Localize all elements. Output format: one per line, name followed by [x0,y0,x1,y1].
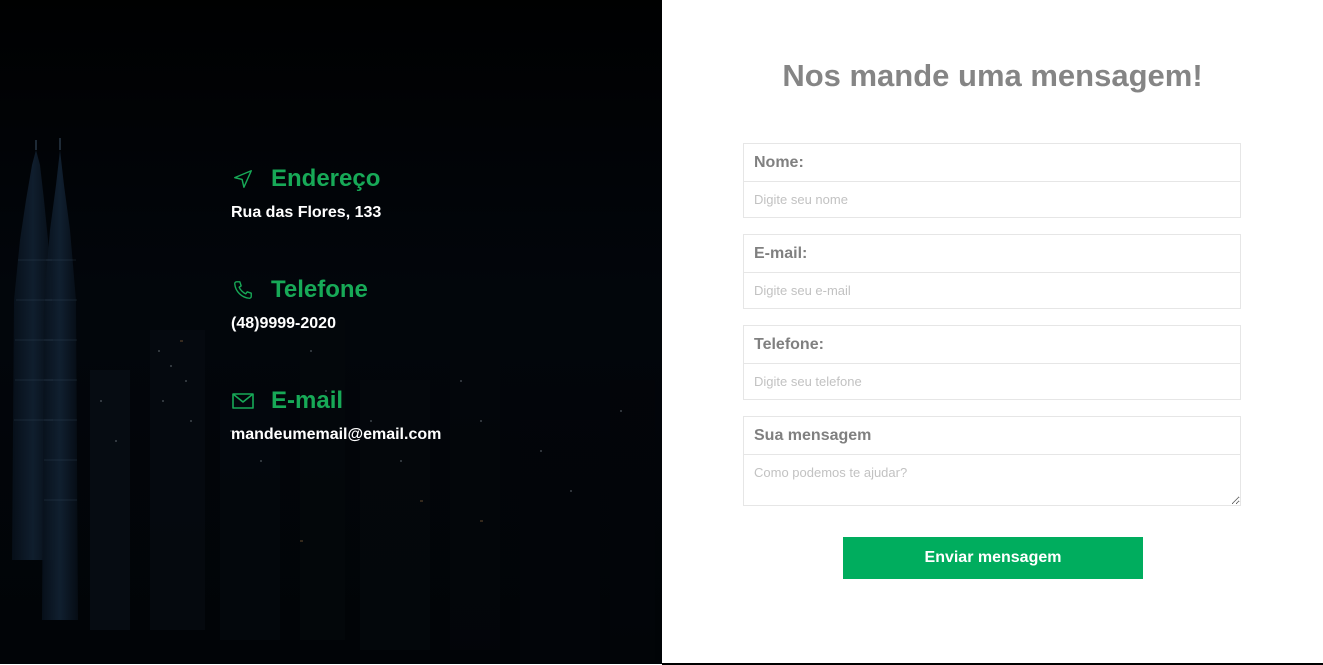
message-form-panel: Nos mande uma mensagem! Nome: E-mail: Te… [662,0,1323,664]
message-label: Sua mensagem [744,417,1240,455]
contact-item-phone: Telefone (48)9999-2020 [231,276,441,387]
phone-label: Telefone: [744,326,1240,364]
contact-value: (48)9999-2020 [231,315,336,332]
email-input[interactable] [744,273,1240,308]
contact-value: mandeumemail@email.com [231,426,442,443]
name-label: Nome: [744,144,1240,182]
contact-head: E-mail [231,387,441,415]
contact-title: Telefone [271,276,368,303]
form-title: Nos mande uma mensagem! [782,58,1203,93]
navigation-arrow-icon [231,167,255,191]
phone-field-group: Telefone: [743,325,1241,400]
send-message-button[interactable]: Enviar mensagem [843,537,1143,579]
contact-value: Rua das Flores, 133 [231,204,382,221]
contact-page: Endereço Rua das Flores, 133 Telefone (4… [0,0,1323,665]
contact-title: Endereço [271,165,381,192]
contact-item-address: Endereço Rua das Flores, 133 [231,165,441,276]
email-label: E-mail: [744,235,1240,273]
message-textarea[interactable] [744,455,1240,505]
phone-input[interactable] [744,364,1240,399]
phone-icon [231,278,255,302]
email-field-group: E-mail: [743,234,1241,309]
contact-title: E-mail [271,387,344,414]
name-input[interactable] [744,182,1240,217]
contact-head: Endereço [231,165,441,193]
contact-item-email: E-mail mandeumemail@email.com [231,387,441,498]
message-field-group: Sua mensagem [743,416,1241,506]
contact-head: Telefone [231,276,441,304]
name-field-group: Nome: [743,143,1241,218]
mail-icon [231,389,255,413]
contact-info-panel: Endereço Rua das Flores, 133 Telefone (4… [0,0,662,664]
contact-list: Endereço Rua das Flores, 133 Telefone (4… [231,165,441,498]
